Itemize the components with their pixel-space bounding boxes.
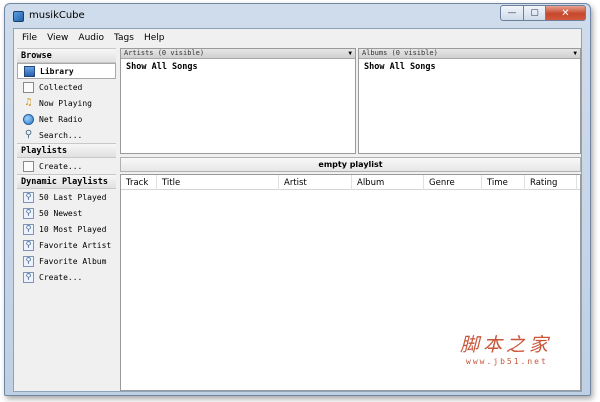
menu-view[interactable]: View [42, 33, 73, 43]
window-controls: — ▢ ✕ [500, 5, 586, 22]
dynamic-playlist-icon: ⚲ [23, 207, 34, 219]
watermark-text: 脚本之家 [460, 334, 553, 356]
playlists-header: Playlists [17, 143, 116, 158]
artists-pane-header[interactable]: Artists (0 visible) ▼ [121, 49, 355, 59]
dynamic-playlist-icon: ⚲ [23, 255, 34, 267]
close-button[interactable]: ✕ [546, 5, 586, 21]
minimize-button[interactable]: — [500, 5, 524, 21]
search-icon: ⚲ [24, 129, 33, 140]
browse-header: Browse [17, 48, 116, 63]
sidebar-item-net-radio[interactable]: Net Radio [17, 111, 116, 127]
dynamic-playlist-icon: ⚲ [23, 191, 34, 203]
sidebar-item-label: Favorite Album [39, 256, 107, 266]
column-rating[interactable]: Rating [525, 175, 577, 190]
sidebar-item-label: Now Playing [39, 98, 92, 108]
collected-icon [23, 81, 34, 93]
sidebar-item-library[interactable]: Library [17, 63, 116, 79]
sidebar-item-50-last-played[interactable]: ⚲ 50 Last Played [17, 189, 116, 205]
dynamic-playlists-header: Dynamic Playlists [17, 174, 116, 189]
sidebar-item-collected[interactable]: Collected [17, 79, 116, 95]
albums-show-all[interactable]: Show All Songs [359, 59, 580, 72]
column-album[interactable]: Album [352, 175, 424, 190]
dropdown-arrow-icon[interactable]: ▼ [348, 49, 352, 58]
menu-tags[interactable]: Tags [109, 33, 139, 43]
albums-pane-header[interactable]: Albums (0 visible) ▼ [359, 49, 580, 59]
sidebar: Browse Library Collected ♫ Now Playing N… [17, 48, 116, 391]
app-icon [13, 11, 24, 22]
menu-file[interactable]: File [17, 33, 42, 43]
column-genre[interactable]: Genre [424, 175, 482, 190]
sidebar-item-label: Search... [39, 130, 83, 140]
column-title[interactable]: Title [157, 175, 279, 190]
dropdown-arrow-icon[interactable]: ▼ [573, 49, 577, 58]
sidebar-item-10-most-played[interactable]: ⚲ 10 Most Played [17, 221, 116, 237]
albums-header-label: Albums (0 visible) [362, 49, 438, 57]
dynamic-playlist-icon: ⚲ [23, 271, 34, 283]
sidebar-item-label: Net Radio [39, 114, 83, 124]
sidebar-item-50-newest[interactable]: ⚲ 50 Newest [17, 205, 116, 221]
sidebar-item-label: 50 Last Played [39, 192, 107, 202]
title-bar[interactable]: musikCube — ▢ ✕ [5, 4, 590, 28]
sidebar-item-favorite-album[interactable]: ⚲ Favorite Album [17, 253, 116, 269]
watermark-url: www.jb51.net [466, 357, 548, 366]
artists-show-all[interactable]: Show All Songs [121, 59, 355, 72]
column-time[interactable]: Time [482, 175, 525, 190]
library-icon [24, 65, 35, 77]
window-title: musikCube [29, 10, 85, 21]
sidebar-item-search[interactable]: ⚲ Search... [17, 127, 116, 143]
sidebar-item-label: Collected [39, 82, 83, 92]
globe-icon [23, 113, 34, 125]
sidebar-item-now-playing[interactable]: ♫ Now Playing [17, 95, 116, 111]
column-track[interactable]: Track [121, 175, 157, 190]
menu-bar: File View Audio Tags Help [14, 29, 581, 46]
sidebar-item-label: 10 Most Played [39, 224, 107, 234]
dynamic-playlist-icon: ⚲ [23, 239, 34, 251]
music-note-icon: ♫ [25, 97, 32, 108]
playlist-title: empty playlist [120, 157, 581, 172]
menu-help[interactable]: Help [139, 33, 170, 43]
artists-header-label: Artists (0 visible) [124, 49, 205, 57]
sidebar-item-label: 50 Newest [39, 208, 83, 218]
artists-pane[interactable]: Artists (0 visible) ▼ Show All Songs [120, 48, 356, 154]
document-icon [23, 160, 34, 172]
albums-pane[interactable]: Albums (0 visible) ▼ Show All Songs [358, 48, 581, 154]
maximize-button[interactable]: ▢ [524, 5, 546, 21]
column-header-row: Track Title Artist Album Genre Time Rati… [121, 175, 580, 190]
sidebar-item-create-playlist[interactable]: Create... [17, 158, 116, 174]
dynamic-playlist-icon: ⚲ [23, 223, 34, 235]
sidebar-item-label: Create... [39, 272, 83, 282]
sidebar-item-favorite-artist[interactable]: ⚲ Favorite Artist [17, 237, 116, 253]
menu-audio[interactable]: Audio [73, 33, 109, 43]
sidebar-item-label: Create... [39, 161, 83, 171]
column-artist[interactable]: Artist [279, 175, 352, 190]
sidebar-item-create-dynamic[interactable]: ⚲ Create... [17, 269, 116, 285]
sidebar-item-label: Library [40, 66, 74, 76]
sidebar-item-label: Favorite Artist [39, 240, 112, 250]
